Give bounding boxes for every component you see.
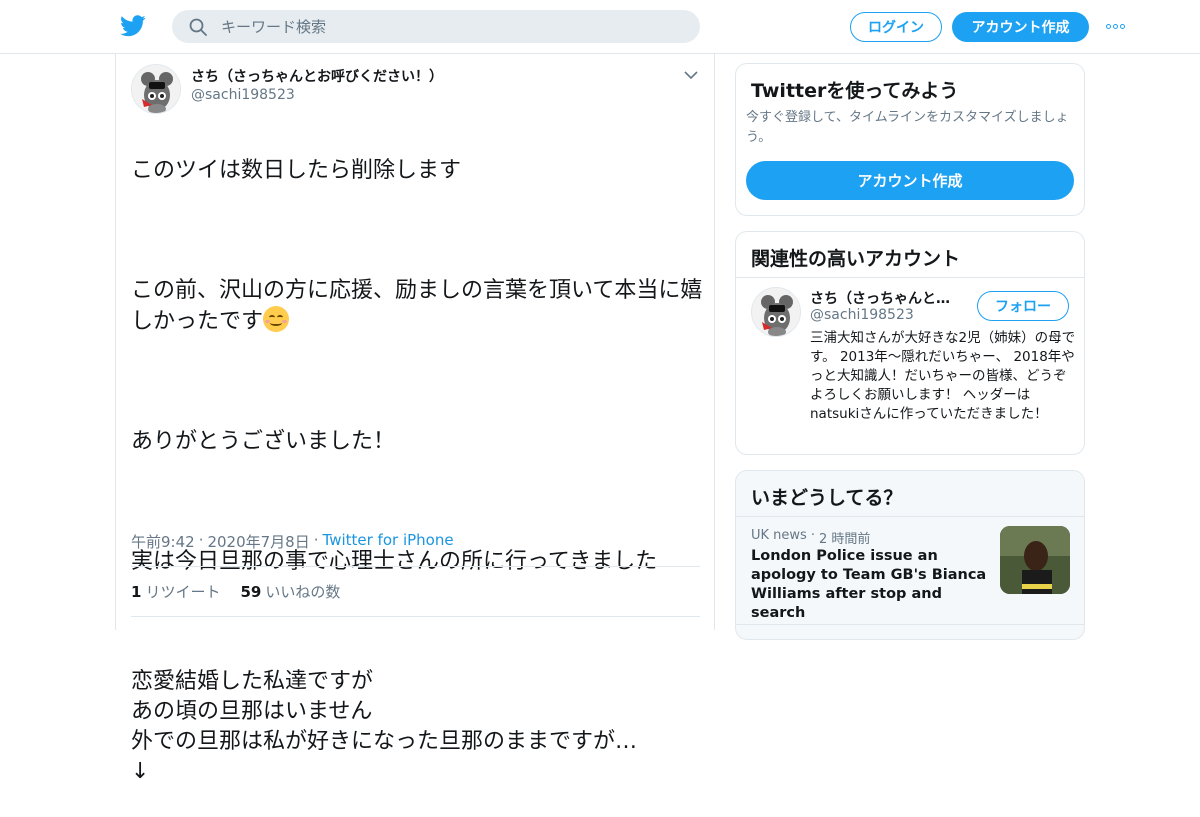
tweet-time[interactable]: 午前9:42 (131, 531, 195, 552)
mouse-character-avatar-icon (132, 65, 180, 113)
separator-dot: · (198, 531, 204, 549)
tweet-line: このツイは数日したら削除します (131, 158, 462, 183)
news-source: UK news (751, 528, 807, 543)
card-title: Twitterを使ってみよう (751, 80, 959, 102)
news-photo-icon (1000, 526, 1070, 594)
more-options-icon[interactable] (1106, 18, 1130, 34)
signup-button[interactable]: アカウント作成 (952, 12, 1089, 42)
tweet-line: この前、沢山の方に応援、励ましの言葉を頂いて本当に嬉しかったです (131, 278, 703, 334)
top-navigation-bar: ログイン アカウント作成 (0, 0, 1200, 54)
follow-button[interactable]: フォロー (977, 291, 1069, 321)
like-stat[interactable]: 59 いいねの数 (240, 581, 340, 602)
divider (736, 516, 1084, 517)
twitter-logo-icon[interactable] (120, 14, 146, 38)
card-title: 関連性の高いアカウント (751, 248, 961, 270)
tweet-timestamp: 午前9:42 · 2020年7月8日 · Twitter for iPhone (131, 531, 454, 552)
tweet-stats: 1 リツイート 59 いいねの数 (131, 581, 340, 602)
card-subtitle: 今すぐ登録して、タイムラインをカスタマイズしましょう。 (746, 110, 1069, 145)
tweet-line: 恋愛結婚した私達ですが あの頃の旦那はいません 外での旦那は私が好きになった旦那… (131, 669, 638, 784)
smiling-face-emoji-icon (263, 306, 290, 332)
whats-happening-card: いまどうしてる？ UK news · 2 時間前 London Police i… (735, 470, 1085, 640)
search-icon (189, 18, 207, 36)
related-account-name[interactable]: さち（さっちゃんとお呼びください！） (810, 288, 962, 308)
tweet-date[interactable]: 2020年7月8日 (207, 531, 309, 552)
divider (131, 566, 700, 567)
login-button[interactable]: ログイン (850, 12, 942, 42)
search-box[interactable] (172, 10, 700, 43)
divider (736, 624, 1084, 625)
retweet-stat[interactable]: 1 リツイート (131, 581, 220, 602)
author-name[interactable]: さち（さっちゃんとお呼びください！） (191, 66, 443, 86)
divider (131, 616, 700, 617)
related-account-avatar[interactable] (751, 287, 801, 337)
news-thumbnail[interactable] (1000, 526, 1070, 594)
author-handle[interactable]: @sachi198523 (191, 87, 295, 103)
mouse-character-avatar-icon (752, 288, 800, 336)
separator-dot: · (810, 528, 815, 543)
tweet-text: このツイは数日したら削除します この前、沢山の方に応援、励ましの言葉を頂いて本当… (131, 126, 706, 817)
news-headline[interactable]: London Police issue an apology to Team G… (751, 547, 991, 623)
separator-dot: · (313, 531, 319, 549)
search-input[interactable] (221, 17, 661, 36)
related-account-handle[interactable]: @sachi198523 (810, 307, 914, 323)
tweet-source-link[interactable]: Twitter for iPhone (323, 531, 454, 552)
related-accounts-card: 関連性の高いアカウント さち（さっちゃんとお呼びください！） @sachi198… (735, 231, 1085, 455)
divider (736, 277, 1084, 278)
card-title: いまどうしてる？ (751, 487, 903, 509)
create-account-button[interactable]: アカウント作成 (746, 161, 1074, 200)
tweet-line: ありがとうございました！ (131, 429, 396, 454)
chevron-down-icon[interactable] (684, 70, 698, 80)
signup-promo-card: Twitterを使ってみよう 今すぐ登録して、タイムラインをカスタマイズしましょ… (735, 63, 1085, 216)
author-avatar[interactable] (131, 64, 181, 114)
news-meta: UK news · 2 時間前 (751, 528, 870, 547)
news-time: 2 時間前 (818, 532, 871, 547)
related-account-bio: 三浦大知さんが大好きな2児（姉妹）の母です。 2013年〜隠れだいちゃー、 20… (810, 330, 1076, 422)
tweet-detail: さち（さっちゃんとお呼びください！） @sachi198523 このツイは数日し… (115, 54, 715, 784)
